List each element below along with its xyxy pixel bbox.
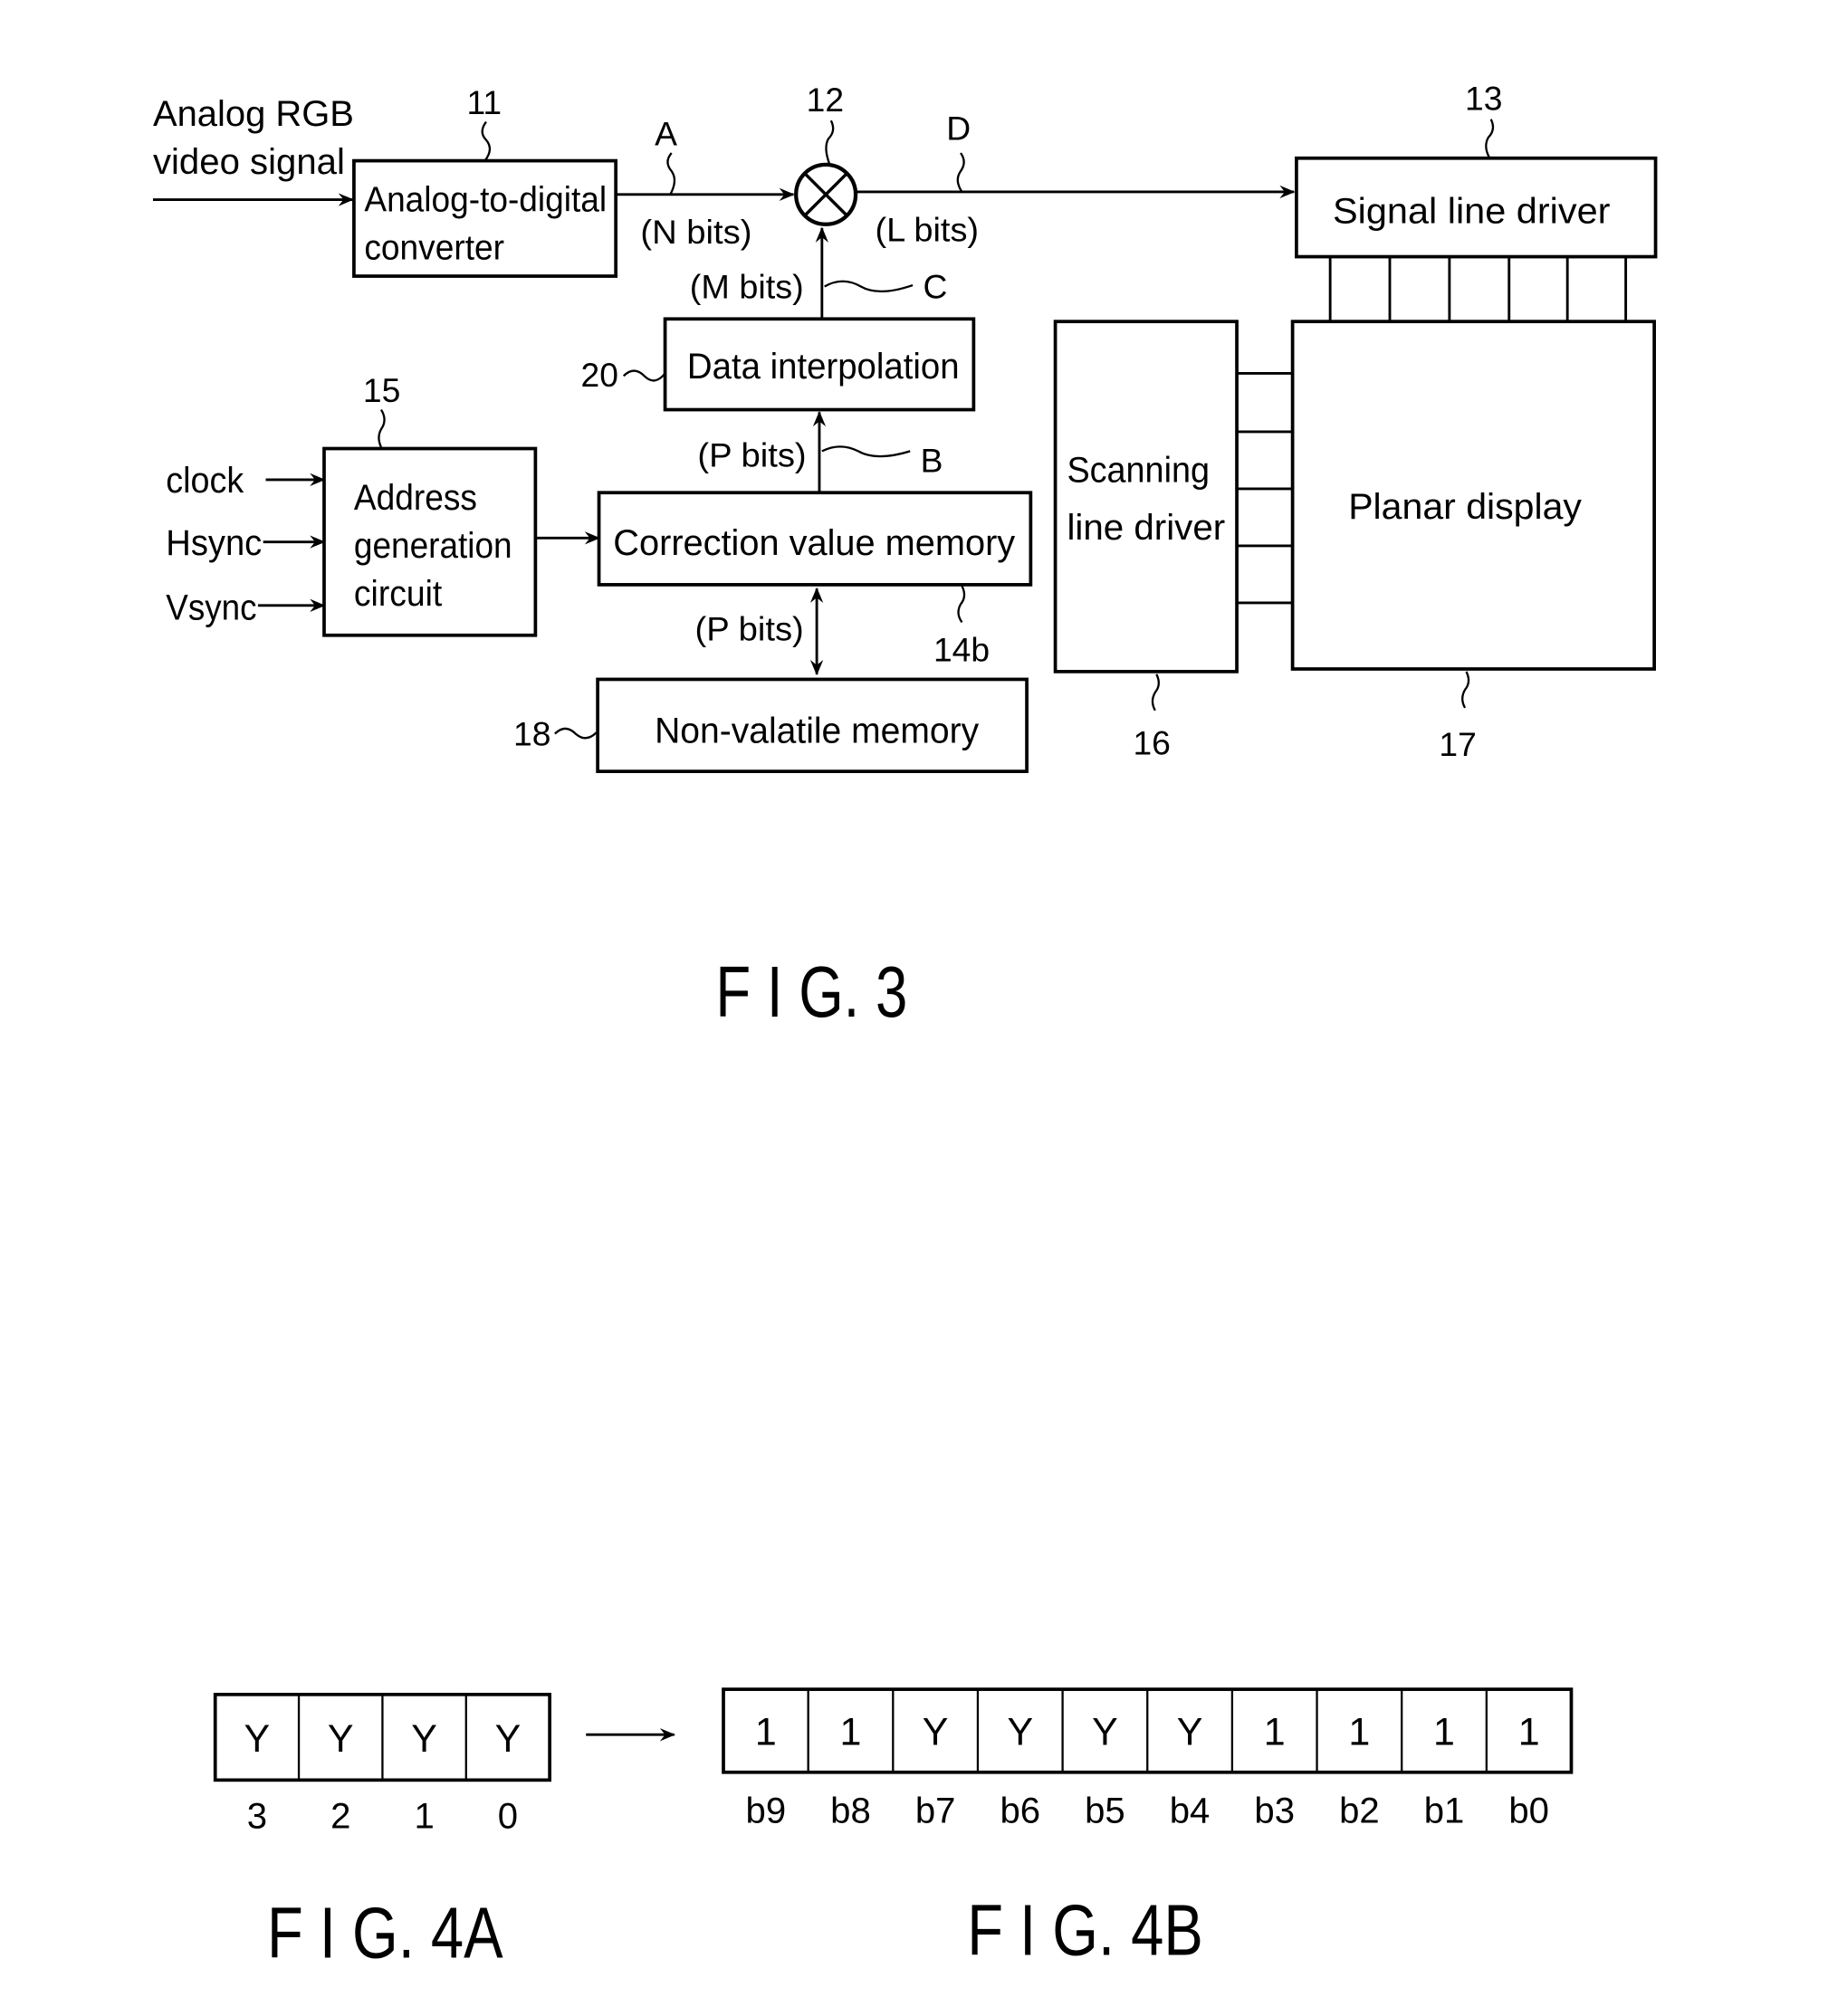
figure-4b: 1 b9 1 b8 Yb7 Yb6 Yb5 Yb4 1 b3 1 b2 1 b1 1 b0 F I G. 4B bbox=[722, 1687, 1574, 1971]
signal-driver-ref: 13 bbox=[1465, 80, 1502, 118]
scan-driver-line1: Scanning bbox=[1067, 451, 1210, 491]
fig4b-cell-value: 1 bbox=[1433, 1711, 1455, 1754]
fig4a-cell-value: Y bbox=[328, 1717, 354, 1761]
fig4b-cell-value: Y bbox=[1092, 1711, 1118, 1754]
fig4b-cell-value: Y bbox=[1177, 1711, 1203, 1754]
address-gen-ref: 15 bbox=[363, 371, 400, 409]
fig4a-cell-value: Y bbox=[411, 1717, 437, 1761]
input-hsync: Hsync bbox=[166, 523, 262, 563]
fig4b-cell-value: 1 bbox=[755, 1711, 777, 1754]
fig4b-bit-index: b0 bbox=[1508, 1791, 1549, 1831]
fig4b-bit-index: b6 bbox=[1000, 1791, 1040, 1831]
fig4a-cell-value: Y bbox=[495, 1717, 522, 1761]
scan-driver-ref: 16 bbox=[1133, 724, 1170, 762]
nonvolatile-memory-ref-leader bbox=[554, 727, 598, 740]
fig4b-cell-value: 1 bbox=[1518, 1711, 1540, 1754]
scan-lines bbox=[1237, 372, 1295, 605]
fig4a-cell-value: Y bbox=[244, 1717, 271, 1761]
signal-a-leader bbox=[666, 152, 676, 196]
fig4b-bit-index: b1 bbox=[1424, 1791, 1465, 1831]
signal-a-name: A bbox=[655, 114, 677, 152]
memory-link-bits: (P bits) bbox=[695, 609, 804, 647]
signal-a-bits: (N bits) bbox=[640, 213, 751, 251]
planar-display-ref-leader bbox=[1461, 671, 1470, 709]
fig4b-bit-index: b7 bbox=[915, 1791, 956, 1831]
multiply-circle-icon bbox=[794, 162, 858, 226]
multiplier-ref-leader bbox=[825, 119, 835, 166]
scan-driver-ref-leader bbox=[1151, 674, 1160, 712]
address-gen-line2: generation bbox=[354, 526, 512, 566]
fig4a-bit-index: 3 bbox=[247, 1796, 267, 1836]
adc-ref: 11 bbox=[466, 83, 502, 121]
fig4a-caption: F I G. 4A bbox=[267, 1892, 503, 1973]
signal-d-name: D bbox=[946, 110, 971, 148]
address-gen-ref-leader bbox=[378, 408, 386, 451]
address-gen-line1: Address bbox=[354, 478, 477, 518]
patent-figure-sheet: Analog RGB video signal 11 Analog-to-dig… bbox=[152, 80, 1658, 1973]
fig4b-cell-value: 1 bbox=[1264, 1711, 1286, 1754]
planar-display-ref: 17 bbox=[1439, 725, 1476, 763]
fig4a-bit-index: 2 bbox=[330, 1796, 350, 1836]
input-label-line1: Analog RGB bbox=[153, 94, 354, 134]
multiplier-ref: 12 bbox=[807, 81, 844, 119]
figure-3: Analog RGB video signal 11 Analog-to-dig… bbox=[152, 80, 1658, 1032]
signal-lines bbox=[1328, 256, 1628, 322]
signal-b-bits: (P bits) bbox=[697, 436, 806, 474]
signal-c-bits: (M bits) bbox=[690, 267, 804, 305]
signal-c-name: C bbox=[924, 267, 948, 305]
fig4a-bit-index: 1 bbox=[414, 1796, 434, 1836]
signal-b-name: B bbox=[921, 441, 943, 479]
input-vsync: Vsync bbox=[166, 588, 256, 628]
fig4b-cell-value: 1 bbox=[840, 1711, 862, 1754]
adc-label-line1: Analog-to-digital bbox=[364, 180, 607, 219]
fig4b-cell-value: Y bbox=[923, 1711, 949, 1754]
signal-c-leader bbox=[824, 280, 914, 293]
interp-ref-leader bbox=[622, 369, 666, 382]
fig4b-cell-value: Y bbox=[1007, 1711, 1033, 1754]
signal-d-bits: (L bits) bbox=[876, 210, 980, 248]
correction-memory-ref: 14b bbox=[933, 630, 990, 668]
scan-driver-box bbox=[1053, 320, 1239, 674]
correction-memory-label: Correction value memory bbox=[613, 523, 1015, 563]
interp-ref: 20 bbox=[580, 356, 617, 394]
planar-display-label: Planar display bbox=[1348, 487, 1582, 527]
fig4b-bit-index: b2 bbox=[1339, 1791, 1380, 1831]
signal-b-leader bbox=[821, 445, 911, 458]
adc-label-line2: converter bbox=[364, 228, 504, 267]
input-label-line2: video signal bbox=[153, 142, 345, 182]
nonvolatile-memory-label: Non-valatile memory bbox=[655, 712, 979, 751]
nonvolatile-memory-ref: 18 bbox=[513, 714, 550, 752]
fig4b-bit-index: b4 bbox=[1170, 1791, 1211, 1831]
fig4b-cell-value: 1 bbox=[1348, 1711, 1370, 1754]
fig4b-bit-index: b8 bbox=[830, 1791, 871, 1831]
figure-4a: Y 3 Y 2 Y 1 Y 0 F I G. 4A bbox=[213, 1692, 676, 1973]
fig3-caption: F I G. 3 bbox=[715, 951, 907, 1032]
signal-d-leader bbox=[956, 152, 965, 193]
input-clock: clock bbox=[166, 461, 244, 501]
fig4b-bit-index: b5 bbox=[1085, 1791, 1125, 1831]
fig4a-bit-index: 0 bbox=[498, 1796, 518, 1836]
interp-label: Data interpolation bbox=[687, 347, 960, 387]
adc-ref-leader bbox=[481, 120, 492, 162]
fig4b-bit-index: b9 bbox=[746, 1791, 787, 1831]
scan-driver-line2: line driver bbox=[1067, 508, 1225, 548]
address-gen-line3: circuit bbox=[354, 574, 442, 614]
fig4b-bit-index: b3 bbox=[1254, 1791, 1295, 1831]
signal-driver-ref-leader bbox=[1485, 119, 1495, 159]
signal-driver-label: Signal line driver bbox=[1333, 191, 1610, 231]
correction-memory-ref-leader bbox=[957, 585, 966, 624]
fig4b-caption: F I G. 4B bbox=[967, 1889, 1203, 1971]
